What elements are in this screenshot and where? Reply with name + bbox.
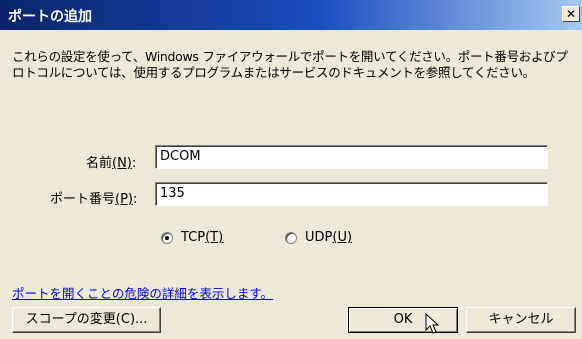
name-field-label: 名前(N):: [86, 152, 136, 171]
window-title: ポートの追加: [8, 9, 92, 25]
arrow-cursor-icon: [425, 313, 440, 334]
name-label-suffix: :: [131, 156, 137, 171]
udp-label-accelerator: (U): [332, 230, 353, 245]
port-label-text: ポート番号: [50, 192, 116, 207]
port-number-input[interactable]: 135: [155, 182, 548, 206]
name-input[interactable]: DCOM: [155, 145, 548, 169]
close-icon: ✕: [565, 7, 577, 21]
change-scope-button[interactable]: スコープの変更(C)...: [12, 307, 161, 333]
description-line-1: これらの設定を使って、Windows ファイアウォールでポートを開いてください。…: [12, 49, 568, 64]
port-risk-link[interactable]: ポートを開くことの危険の詳細を表示します。: [12, 283, 273, 302]
close-button[interactable]: ✕: [562, 6, 580, 22]
ok-button[interactable]: OK: [348, 307, 458, 333]
description-text: これらの設定を使って、Windows ファイアウォールでポートを開いてください。…: [12, 49, 578, 81]
description-line-2: ロトコルについては、使用するプログラムまたはサービスのドキュメントを参照してくだ…: [12, 65, 535, 80]
udp-radio[interactable]: UDP(U): [285, 230, 352, 245]
radio-unchecked-icon: [285, 231, 297, 244]
port-field-label: ポート番号(P):: [50, 188, 137, 207]
tcp-radio-label: TCP(T): [181, 230, 223, 245]
add-port-dialog: ポートの追加 ✕ これらの設定を使って、Windows ファイアウォールでポート…: [0, 0, 582, 339]
title-bar: ポートの追加 ✕: [0, 0, 582, 30]
name-label-text: 名前: [86, 156, 113, 171]
tcp-radio[interactable]: TCP(T): [161, 230, 223, 245]
port-label-suffix: :: [133, 192, 138, 207]
tcp-label-text: TCP: [181, 230, 206, 245]
port-label-accelerator: (P): [115, 192, 133, 207]
tcp-label-accelerator: (T): [205, 230, 224, 245]
name-label-accelerator: (N): [112, 156, 132, 171]
udp-radio-label: UDP(U): [305, 230, 352, 245]
udp-label-text: UDP: [305, 230, 333, 245]
radio-checked-icon: [161, 231, 173, 244]
cancel-button[interactable]: キャンセル: [466, 307, 576, 333]
